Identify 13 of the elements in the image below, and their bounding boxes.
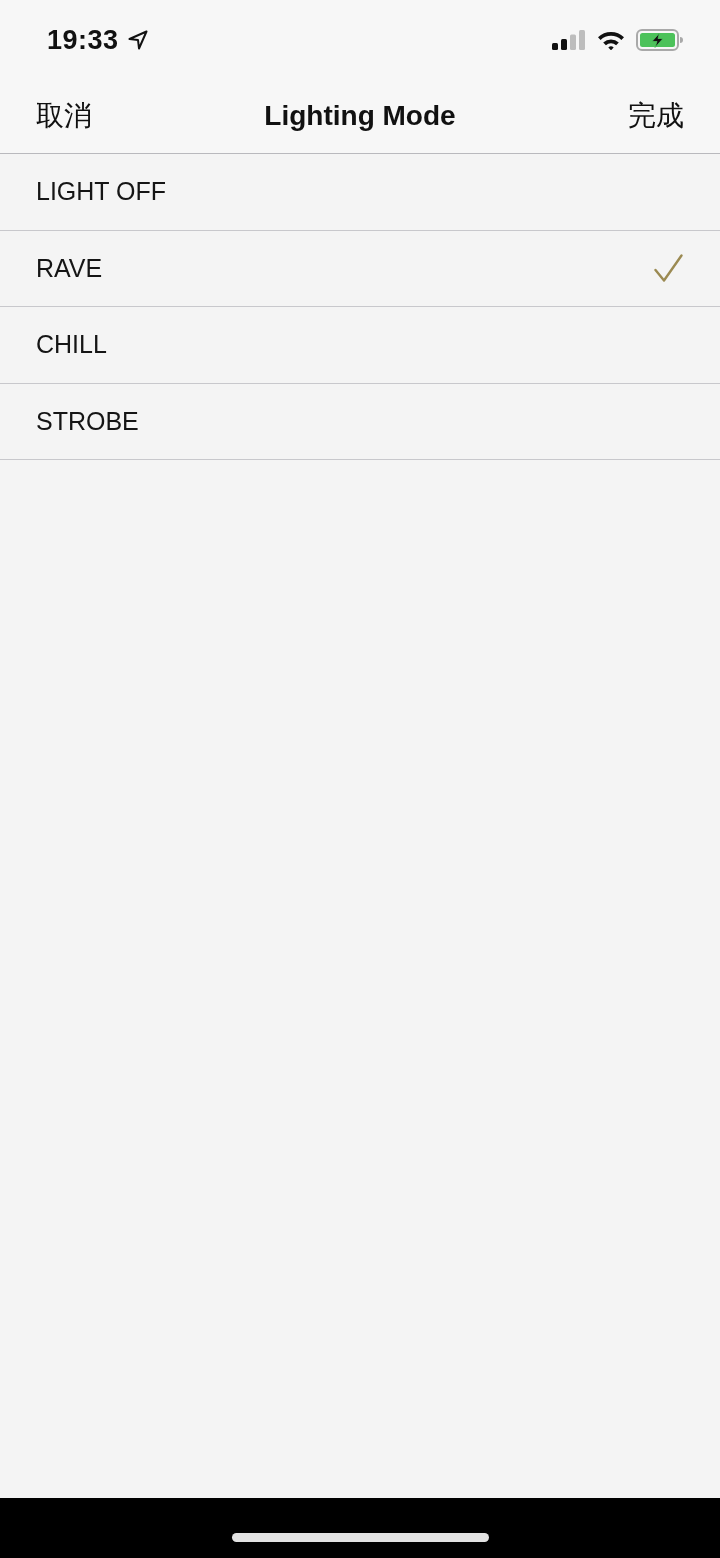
mode-label: STROBE bbox=[36, 405, 139, 437]
done-button[interactable]: 完成 bbox=[628, 97, 684, 134]
mode-label: RAVE bbox=[36, 252, 103, 284]
status-time: 19:33 bbox=[47, 23, 119, 57]
wifi-icon bbox=[597, 30, 625, 50]
mode-label: LIGHT OFF bbox=[36, 176, 167, 207]
battery-charging-icon bbox=[636, 29, 683, 51]
cellular-signal-icon bbox=[552, 30, 586, 50]
location-arrow-icon bbox=[127, 30, 148, 50]
mode-label: CHILL bbox=[36, 329, 107, 360]
cancel-button[interactable]: 取消 bbox=[36, 97, 92, 134]
screen-title: Lighting Mode bbox=[264, 98, 456, 133]
home-indicator[interactable] bbox=[231, 1533, 489, 1542]
